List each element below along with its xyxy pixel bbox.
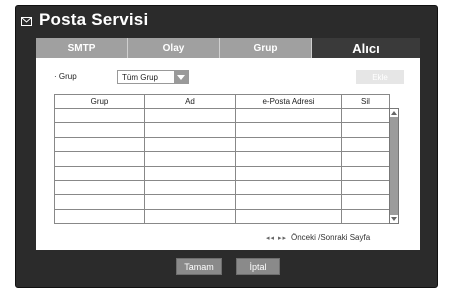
table-cell bbox=[235, 107, 342, 124]
cancel-button[interactable]: İptal bbox=[236, 258, 280, 275]
table-cell bbox=[235, 179, 342, 196]
group-filter-value: Tüm Grup bbox=[122, 72, 159, 82]
table-cell bbox=[144, 136, 236, 153]
table-cell bbox=[341, 151, 390, 167]
pagination-label: Önceki /Sonraki Sayfa bbox=[291, 233, 371, 242]
table-cell bbox=[235, 136, 342, 153]
table-cell bbox=[54, 136, 145, 153]
table-cell bbox=[235, 194, 342, 210]
table-cell bbox=[235, 122, 342, 138]
tab-recipient[interactable]: Alıcı bbox=[312, 38, 420, 58]
table-cell bbox=[341, 107, 390, 124]
table-cell bbox=[144, 107, 236, 124]
table-row[interactable] bbox=[54, 208, 390, 225]
table-row[interactable] bbox=[54, 194, 390, 210]
ok-button[interactable]: Tamam bbox=[176, 258, 222, 275]
title-bar: Posta Servisi bbox=[16, 6, 437, 32]
table-cell bbox=[341, 165, 390, 181]
group-filter-select[interactable]: Tüm Grup bbox=[117, 70, 189, 84]
table-cell bbox=[144, 179, 236, 196]
tab-bar: SMTP Olay Grup Alıcı bbox=[36, 38, 420, 58]
table-header-row: Grup Ad e-Posta Adresi Sil bbox=[54, 94, 390, 109]
tab-smtp[interactable]: SMTP bbox=[36, 38, 128, 58]
column-header-group: Grup bbox=[54, 94, 145, 109]
table-row[interactable] bbox=[54, 122, 390, 138]
page-arrows-icon[interactable]: ◂◂ ▸▸ bbox=[266, 234, 287, 242]
scroll-up-icon[interactable] bbox=[390, 109, 398, 117]
table-scrollbar[interactable] bbox=[389, 108, 399, 224]
scroll-down-icon[interactable] bbox=[390, 215, 398, 223]
table-cell bbox=[341, 208, 390, 225]
table-cell bbox=[54, 179, 145, 196]
table-cell bbox=[144, 122, 236, 138]
table-cell bbox=[54, 194, 145, 210]
table-cell bbox=[54, 151, 145, 167]
group-filter-label: · Grup bbox=[54, 72, 77, 81]
table-cell bbox=[54, 122, 145, 138]
table-cell bbox=[54, 107, 145, 124]
pagination[interactable]: ◂◂ ▸▸ Önceki /Sonraki Sayfa bbox=[266, 233, 370, 242]
mail-service-window: Posta Servisi SMTP Olay Grup Alıcı · Gru… bbox=[15, 5, 438, 288]
table-row[interactable] bbox=[54, 136, 390, 153]
window-title: Posta Servisi bbox=[39, 10, 149, 29]
table-cell bbox=[144, 165, 236, 181]
table-row[interactable] bbox=[54, 179, 390, 196]
table-cell bbox=[235, 165, 342, 181]
add-button[interactable]: Ekle bbox=[356, 70, 404, 84]
table-cell bbox=[235, 208, 342, 225]
tab-group[interactable]: Grup bbox=[220, 38, 312, 58]
recipient-table: Grup Ad e-Posta Adresi Sil bbox=[54, 94, 390, 225]
table-row[interactable] bbox=[54, 151, 390, 167]
table-cell bbox=[144, 194, 236, 210]
table-body bbox=[54, 107, 390, 225]
column-header-delete: Sil bbox=[341, 94, 390, 109]
table-row[interactable] bbox=[54, 107, 390, 124]
column-header-email: e-Posta Adresi bbox=[235, 94, 342, 109]
table-cell bbox=[144, 151, 236, 167]
column-header-name: Ad bbox=[144, 94, 236, 109]
table-cell bbox=[341, 179, 390, 196]
table-cell bbox=[54, 165, 145, 181]
mail-icon bbox=[21, 17, 32, 26]
table-cell bbox=[341, 136, 390, 153]
table-cell bbox=[341, 194, 390, 210]
recipient-panel: · Grup Tüm Grup Ekle Grup Ad e-Posta Adr… bbox=[36, 58, 420, 250]
chevron-down-icon[interactable] bbox=[174, 71, 188, 83]
tab-event[interactable]: Olay bbox=[128, 38, 220, 58]
table-row[interactable] bbox=[54, 165, 390, 181]
table-cell bbox=[235, 151, 342, 167]
table-cell bbox=[54, 208, 145, 225]
table-cell bbox=[341, 122, 390, 138]
table-cell bbox=[144, 208, 236, 225]
